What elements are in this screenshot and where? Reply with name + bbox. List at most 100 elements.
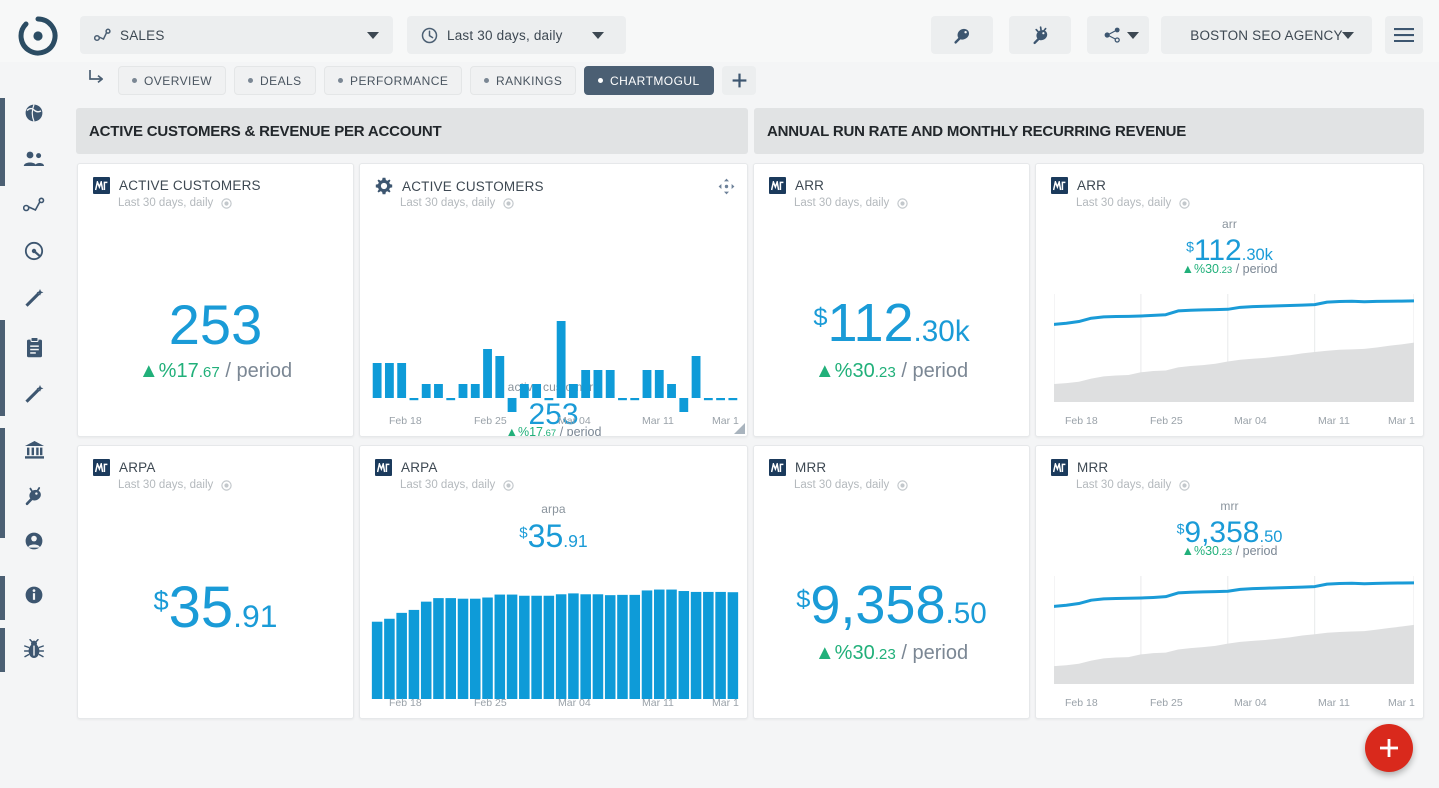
- tab-deals[interactable]: DEALS: [234, 66, 316, 95]
- currency-symbol: $: [796, 585, 811, 614]
- x-tick-label: Feb 25: [1150, 697, 1183, 709]
- metric-delta: ▲%17.67 / period: [78, 360, 353, 383]
- widget-title: MRR: [795, 460, 827, 475]
- gear-icon[interactable]: [375, 177, 393, 195]
- target-icon: [503, 479, 514, 491]
- sidebar-item-integrations[interactable]: [0, 472, 68, 518]
- plug-icon: [952, 25, 973, 46]
- globe-icon: [25, 104, 43, 122]
- widget-subtitle: Last 30 days, daily: [794, 479, 908, 491]
- sidebar-item-info[interactable]: [0, 572, 68, 618]
- widget-subtitle-text: Last 30 days, daily: [1076, 197, 1172, 209]
- tab-dot-icon: [338, 78, 343, 83]
- tab-overview[interactable]: OVERVIEW: [118, 66, 227, 95]
- x-tick-label: Feb 25: [1150, 415, 1183, 427]
- widget-header: ACTIVE CUSTOMERS: [375, 177, 544, 195]
- tab-dot-icon: [484, 78, 489, 83]
- sidebar-item-edit[interactable]: [0, 274, 68, 320]
- tab-performance[interactable]: PERFORMANCE: [324, 66, 463, 95]
- date-range-select[interactable]: Last 30 days, daily: [407, 16, 626, 54]
- delta-decimals: .23: [874, 364, 896, 381]
- sidebar-item-bugs[interactable]: [0, 626, 68, 672]
- add-tab-button[interactable]: [722, 66, 756, 95]
- add-widget-fab[interactable]: [1365, 724, 1413, 772]
- date-range-label: Last 30 days, daily: [447, 27, 563, 43]
- mrr-line-chart: [1054, 576, 1414, 684]
- chevron-down-icon: [1127, 32, 1139, 39]
- widget-title: ARPA: [119, 460, 156, 475]
- delta-up: ▲%30.23: [814, 642, 896, 664]
- share-button[interactable]: [1087, 16, 1149, 54]
- widget-subtitle-text: Last 30 days, daily: [794, 479, 890, 491]
- sidebar-item-reports[interactable]: [0, 324, 68, 370]
- plug-icon: [25, 486, 41, 505]
- sidebar-item-bank[interactable]: [0, 426, 68, 472]
- bank-icon: [24, 440, 44, 459]
- target-icon: [1179, 479, 1190, 491]
- section-header-revenue: ANNUAL RUN RATE AND MONTHLY RECURRING RE…: [754, 108, 1424, 154]
- value-int: 9,358: [810, 575, 946, 635]
- menu-button[interactable]: [1385, 16, 1423, 54]
- widget-subtitle: Last 30 days, daily: [400, 479, 514, 491]
- resize-handle-icon[interactable]: [734, 423, 745, 434]
- sidebar-item-account[interactable]: [0, 518, 68, 564]
- disconnect-button[interactable]: [1009, 16, 1071, 54]
- tab-chartmogul[interactable]: CHARTMOGUL: [584, 66, 714, 95]
- x-tick-label: Mar 04: [1234, 697, 1267, 709]
- x-tick-label: Mar 04: [558, 697, 591, 709]
- currency-symbol: $: [153, 585, 169, 617]
- delta-decimals: .67: [543, 428, 557, 437]
- tab-label: DEALS: [260, 73, 302, 88]
- branch-arrow-icon: [88, 68, 106, 86]
- widget-active-customers-number[interactable]: ACTIVE CUSTOMERS Last 30 days, daily 253…: [77, 163, 354, 437]
- widget-title: ARPA: [401, 460, 438, 475]
- chartmogul-logo-icon: [375, 459, 392, 476]
- widget-title: ARR: [795, 178, 825, 193]
- delta-up: ▲%17.67: [505, 425, 557, 437]
- move-arrows-icon[interactable]: [718, 178, 735, 195]
- widget-subtitle-text: Last 30 days, daily: [400, 197, 496, 209]
- widget-arpa-chart[interactable]: ARPA Last 30 days, daily arpa $35.91 Feb…: [359, 445, 748, 719]
- widget-arr-chart[interactable]: ARR Last 30 days, daily arr $112.30k ▲%3…: [1035, 163, 1424, 437]
- widget-subtitle-text: Last 30 days, daily: [118, 479, 214, 491]
- app-logo[interactable]: [18, 16, 58, 56]
- delta-decimals: .23: [1219, 547, 1233, 558]
- sidebar-item-dashboard[interactable]: [0, 228, 68, 274]
- metric-value: $9,358.50: [754, 574, 1029, 636]
- tab-dot-icon: [598, 78, 603, 83]
- delta-up: ▲%30.23: [1181, 544, 1233, 558]
- active-customers-bar-chart: [372, 321, 738, 412]
- section-title: ACTIVE CUSTOMERS & REVENUE PER ACCOUNT: [89, 122, 442, 140]
- widget-active-customers-chart[interactable]: ACTIVE CUSTOMERS Last 30 days, daily act…: [359, 163, 748, 437]
- widget-subtitle-text: Last 30 days, daily: [118, 197, 214, 209]
- value-dec: .30k: [913, 315, 970, 348]
- tab-label: OVERVIEW: [144, 73, 213, 88]
- project-select[interactable]: SALES: [80, 16, 393, 54]
- target-icon: [897, 479, 908, 491]
- chartmogul-logo-icon: [1051, 459, 1068, 476]
- section-title: ANNUAL RUN RATE AND MONTHLY RECURRING RE…: [767, 122, 1187, 140]
- widget-header: MRR: [1051, 459, 1108, 476]
- sidebar-item-audience[interactable]: [0, 136, 68, 182]
- value-int: 112: [827, 293, 914, 353]
- delta-up: ▲%17.67: [138, 360, 220, 382]
- sidebar-item-analytics[interactable]: [0, 182, 68, 228]
- sidebar-item-annotate[interactable]: [0, 370, 68, 416]
- x-tick-label: Mar 1: [1388, 415, 1415, 427]
- widget-header: ARPA: [375, 459, 438, 476]
- widget-arr-number[interactable]: ARR Last 30 days, daily $112.30k ▲%30.23…: [753, 163, 1030, 437]
- tab-label: CHARTMOGUL: [610, 73, 700, 88]
- integrations-button[interactable]: [931, 16, 993, 54]
- client-select[interactable]: BOSTON SEO AGENCY: [1161, 16, 1372, 54]
- sidebar-item-globe[interactable]: [0, 90, 68, 136]
- widget-mrr-number[interactable]: MRR Last 30 days, daily $9,358.50 ▲%30.2…: [753, 445, 1030, 719]
- widget-header: ARR: [769, 177, 824, 194]
- magic-wand-icon: [25, 289, 44, 307]
- analytics-line-icon: [92, 25, 112, 45]
- widget-arpa-number[interactable]: ARPA Last 30 days, daily $35.91 36% of 1…: [77, 445, 354, 719]
- widget-subtitle: Last 30 days, daily: [118, 197, 232, 209]
- widget-subtitle-text: Last 30 days, daily: [400, 479, 496, 491]
- tab-rankings[interactable]: RANKINGS: [470, 66, 577, 95]
- widget-mrr-chart[interactable]: MRR Last 30 days, daily mrr $9,358.50 ▲%…: [1035, 445, 1424, 719]
- chartmogul-logo-icon: [93, 177, 110, 194]
